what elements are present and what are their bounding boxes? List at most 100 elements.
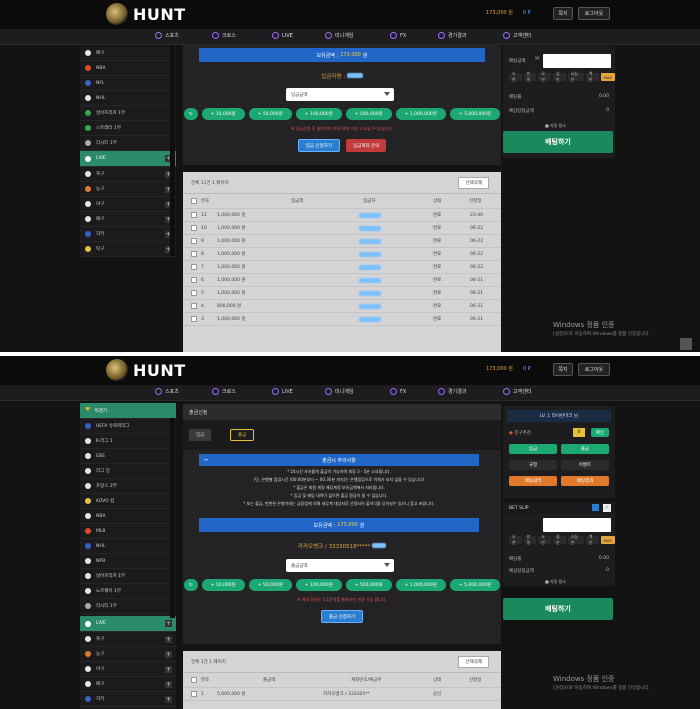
row-checkbox[interactable] <box>191 691 197 697</box>
logo[interactable]: HUNT <box>106 3 186 25</box>
bet-amount-input[interactable] <box>543 518 611 532</box>
sport-item[interactable]: 배구 + <box>80 212 176 227</box>
row-checkbox[interactable] <box>191 251 197 257</box>
withdraw-apply-button[interactable]: 출금 신청하기 <box>320 610 364 623</box>
table-row[interactable]: 4 800,000 원 완료 06-21 <box>183 300 501 313</box>
auto-clear-toggle[interactable]: ■ 자동 청소 <box>545 123 566 129</box>
league-item[interactable]: NBA <box>80 509 176 524</box>
league-item[interactable]: NFL <box>80 76 176 91</box>
delete-selected-button[interactable]: 선택삭제 <box>458 177 489 189</box>
table-row[interactable]: 5 1,000,000 원 완료 06-21 <box>183 287 501 300</box>
league-item[interactable]: 살아프리카 1부 <box>80 569 176 584</box>
sidebar-scrollbar[interactable] <box>170 418 175 618</box>
tab-deposit[interactable]: 입금 <box>189 429 212 441</box>
league-item[interactable]: 리시티 1부 <box>80 136 176 151</box>
nav-sports[interactable]: 스포츠 <box>155 388 179 395</box>
sidebar-scrollbar[interactable] <box>170 46 175 256</box>
row-checkbox[interactable] <box>191 316 197 322</box>
expand-icon[interactable]: + <box>165 651 172 658</box>
league-item[interactable]: 프랑스 2부 <box>80 479 176 494</box>
bet-chip[interactable]: 오만 <box>538 71 552 82</box>
delete-selected-button[interactable]: 선택삭제 <box>458 656 489 668</box>
betslip-check-icon[interactable]: ✓ <box>603 504 611 512</box>
table-row[interactable]: 3 1,000,000 원 완료 06-21 <box>183 313 501 326</box>
live-section-header[interactable]: LIVE + <box>80 616 176 632</box>
table-row[interactable]: 7 1,000,000 원 완료 06-22 <box>183 261 501 274</box>
quick-withdraw-button[interactable]: 출금 <box>561 444 609 454</box>
sport-item[interactable]: 축구 + <box>80 167 176 182</box>
expand-icon[interactable]: + <box>165 636 172 643</box>
expand-icon[interactable]: + <box>165 620 172 627</box>
event-button[interactable]: 이벤트 <box>561 460 609 470</box>
amount-chip[interactable]: + 5,000,000원 <box>449 108 501 120</box>
message-button[interactable]: 쪽지 <box>553 363 573 376</box>
nav-support[interactable]: 고객센터 <box>503 32 531 39</box>
bet-history-button[interactable]: 배팅내역 <box>509 476 557 486</box>
nav-sports[interactable]: 스포츠 <box>155 32 179 39</box>
withdraw-amount-select[interactable]: 출금금액 <box>286 559 394 572</box>
bet-chip[interactable]: 십만 <box>553 71 566 82</box>
league-item[interactable]: 리그 앙 <box>80 464 176 479</box>
amount-chip[interactable]: + 5,000,000원 <box>449 579 501 591</box>
league-item[interactable]: MLB <box>80 524 176 539</box>
bet-chip-max[interactable]: MAX <box>600 536 616 544</box>
league-item[interactable]: NHL <box>80 91 176 106</box>
logout-button[interactable]: 로그아웃 <box>578 7 610 20</box>
league-item[interactable]: 스트레터 1부 <box>80 121 176 136</box>
tab-withdraw[interactable]: 출금 <box>230 429 255 441</box>
amount-chip[interactable]: + 10,000원 <box>201 108 245 120</box>
row-checkbox[interactable] <box>191 238 197 244</box>
amount-chip[interactable]: + 1,000,000원 <box>395 579 446 591</box>
nav-live[interactable]: LIVE <box>272 388 293 395</box>
nav-cross[interactable]: 크로스 <box>212 388 236 395</box>
amount-chip[interactable]: + 500,000원 <box>345 108 392 120</box>
nav-results[interactable]: 경기결과 <box>438 388 466 395</box>
nav-results[interactable]: 경기결과 <box>438 32 466 39</box>
sport-item[interactable]: 야구 + <box>80 197 176 212</box>
select-all-checkbox[interactable] <box>191 198 197 204</box>
league-item[interactable]: KOVO 컵 <box>80 494 176 509</box>
deposit-apply-button[interactable]: 입금 신청하기 <box>297 139 340 152</box>
table-row[interactable]: 8 1,000,000 원 완료 06-22 <box>183 248 501 261</box>
message-button[interactable]: 쪽지 <box>553 7 573 20</box>
nav-minigame[interactable]: 미니게임 <box>325 388 353 395</box>
league-item[interactable]: EBS <box>80 449 176 464</box>
sport-item[interactable]: 축구 + <box>80 632 176 647</box>
row-checkbox[interactable] <box>191 225 197 231</box>
betslip-user-icon[interactable] <box>592 504 599 511</box>
live-section-header[interactable]: LIVE + <box>80 151 176 167</box>
amount-chip[interactable]: + 1,000,000원 <box>395 108 446 120</box>
bet-chip[interactable]: 오십만 <box>567 71 584 82</box>
amount-chip[interactable]: + 50,000원 <box>248 108 292 120</box>
table-row[interactable]: 11 1,000,000 원 완료 23:40 <box>183 209 501 222</box>
league-item[interactable]: UEFA 유로파리그 <box>80 419 176 434</box>
big-match-header[interactable]: 🏆 빅경기 <box>80 403 176 419</box>
amount-chip[interactable]: + 500,000원 <box>345 579 392 591</box>
sport-item[interactable]: 야구 + <box>80 662 176 677</box>
bet-amount-input[interactable] <box>543 54 611 68</box>
bet-chip[interactable]: 오천 <box>509 71 522 82</box>
league-item[interactable]: K-리그 1 <box>80 434 176 449</box>
bet-chip[interactable]: 만원 <box>523 71 537 82</box>
auto-clear-toggle[interactable]: ■ 자동 청소 <box>545 579 566 585</box>
amount-chip[interactable]: + 50,000원 <box>248 579 292 591</box>
place-bet-button[interactable]: 배팅하기 <box>503 598 613 620</box>
row-checkbox[interactable] <box>191 303 197 309</box>
logout-button[interactable]: 로그아웃 <box>578 363 610 376</box>
bet-chip-max[interactable]: MAX <box>600 73 616 81</box>
league-item[interactable]: 살아프리카 1부 <box>80 106 176 121</box>
sport-item[interactable]: 농구 + <box>80 182 176 197</box>
row-checkbox[interactable] <box>191 212 197 218</box>
sport-item[interactable]: 배구 + <box>80 677 176 692</box>
logo[interactable]: HUNT <box>106 359 186 381</box>
bet-chip[interactable]: 오만 <box>538 534 552 545</box>
row-checkbox[interactable] <box>191 264 197 270</box>
bet-chip[interactable]: 오십만 <box>567 534 584 545</box>
league-item[interactable]: NBA <box>80 61 176 76</box>
league-item[interactable]: 노르웨이 1부 <box>80 584 176 599</box>
select-all-checkbox[interactable] <box>191 677 197 683</box>
sport-item[interactable]: 농구 + <box>80 647 176 662</box>
league-item[interactable]: 배구 <box>80 46 176 61</box>
table-row[interactable]: 6 1,000,000 원 완료 06-21 <box>183 274 501 287</box>
amount-chip[interactable]: + 100,000원 <box>295 579 342 591</box>
